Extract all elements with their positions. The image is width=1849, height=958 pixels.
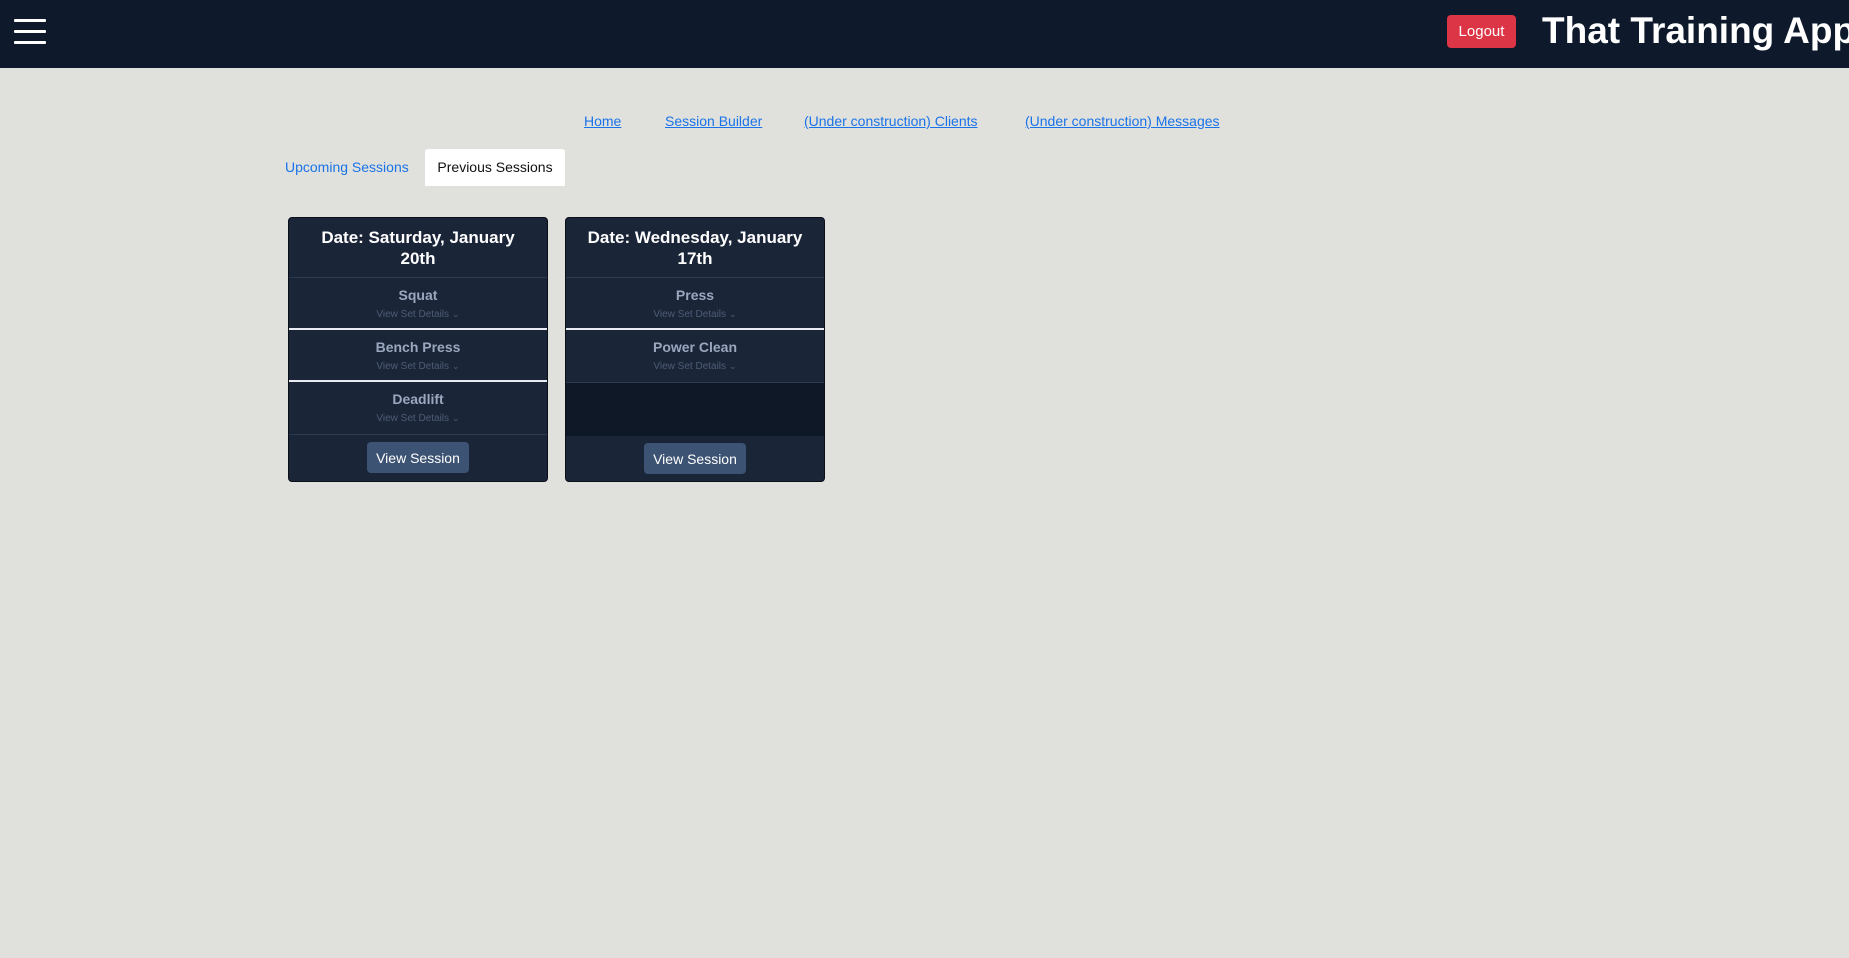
exercise-name: Squat [398,287,438,303]
chevron-down-icon: ⌄ [729,309,737,319]
nav-link-clients[interactable]: (Under construction) Clients [804,113,978,129]
view-set-details-toggle[interactable]: View Set Details ⌄ [289,307,547,322]
exercise-name: Deadlift [392,391,444,407]
nav-link-session-builder[interactable]: Session Builder [665,113,762,129]
chevron-down-icon: ⌄ [452,413,460,423]
exercise-name: Power Clean [652,339,738,355]
set-details-label: View Set Details [376,361,450,372]
view-session-button[interactable]: View Session [644,443,746,474]
top-bar: Logout That Training App [0,0,1849,68]
view-set-details-toggle[interactable]: View Set Details ⌄ [289,359,547,374]
session-card: Date: Saturday, January 20th Squat View … [288,217,548,482]
set-details-label: View Set Details [653,361,727,372]
session-date: Date: Saturday, January 20th [289,218,547,278]
nav-link-messages[interactable]: (Under construction) Messages [1025,113,1220,129]
logout-button[interactable]: Logout [1447,15,1516,48]
chevron-down-icon: ⌄ [452,309,460,319]
empty-exercise-slot [566,383,824,436]
tab-previous-sessions[interactable]: Previous Sessions [425,149,565,186]
view-set-details-toggle[interactable]: View Set Details ⌄ [566,359,824,374]
exercise-name: Press [675,287,715,303]
exercise-item: Squat View Set Details ⌄ [289,278,547,330]
set-details-label: View Set Details [376,309,450,320]
session-card: Date: Wednesday, January 17th Press View… [565,217,825,482]
exercise-name: Bench Press [375,339,461,355]
app-title: That Training App [1542,10,1849,51]
view-session-button[interactable]: View Session [367,442,469,473]
main-nav: Home Session Builder (Under construction… [0,113,1849,133]
set-details-label: View Set Details [653,309,727,320]
exercise-item: Bench Press View Set Details ⌄ [289,330,547,382]
nav-link-home[interactable]: Home [584,113,621,129]
hamburger-menu-icon[interactable] [14,18,46,44]
card-footer: View Session [289,435,547,480]
view-set-details-toggle[interactable]: View Set Details ⌄ [566,307,824,322]
exercise-item: Press View Set Details ⌄ [566,278,824,330]
chevron-down-icon: ⌄ [452,361,460,371]
tab-upcoming-sessions[interactable]: Upcoming Sessions [285,149,409,186]
card-footer: View Session [566,436,824,481]
chevron-down-icon: ⌄ [729,361,737,371]
exercise-item: Deadlift View Set Details ⌄ [289,382,547,435]
session-date: Date: Wednesday, January 17th [566,218,824,278]
view-set-details-toggle[interactable]: View Set Details ⌄ [289,411,547,426]
exercise-item: Power Clean View Set Details ⌄ [566,330,824,383]
set-details-label: View Set Details [376,413,450,424]
